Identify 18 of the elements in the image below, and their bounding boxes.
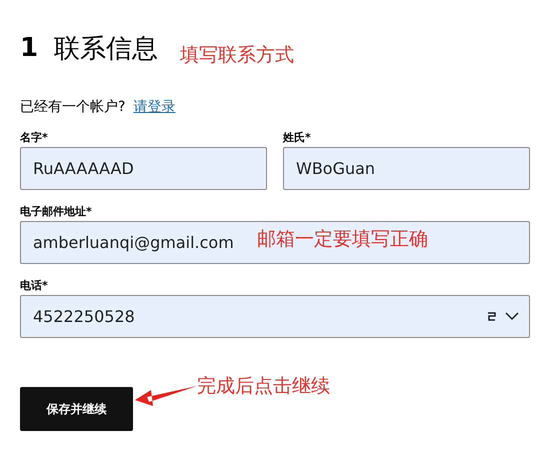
input-field[interactable]: RuAAAAAAD <box>20 147 267 190</box>
annotation-text: 完成后点击继续 <box>197 374 330 399</box>
input-field[interactable]: WBoGuan <box>283 147 530 190</box>
step-number: 1 <box>20 33 38 63</box>
arrow-icon <box>133 385 197 407</box>
chevron-down-icon[interactable] <box>505 312 519 321</box>
field-label: 姓氏* <box>283 130 312 145</box>
input-field[interactable]: amberluanqi@gmail.com 邮箱一定要填写正确 <box>20 221 530 264</box>
annotation-text: 邮箱一定要填写正确 <box>257 227 428 252</box>
login-link[interactable]: 请登录 <box>133 98 176 116</box>
input-field[interactable]: 4522250528 <box>20 295 530 338</box>
account-prompt: 已经有一个帐户? <box>20 98 126 116</box>
section-title: 联系信息 <box>54 32 158 66</box>
annotation-text: 填写联系方式 <box>180 43 294 68</box>
field-label: 电子邮件地址* <box>20 204 93 219</box>
field-label: 名字* <box>20 130 49 145</box>
save-continue-button[interactable]: 保存并继续 <box>20 387 133 431</box>
field-label: 电话* <box>20 278 49 293</box>
